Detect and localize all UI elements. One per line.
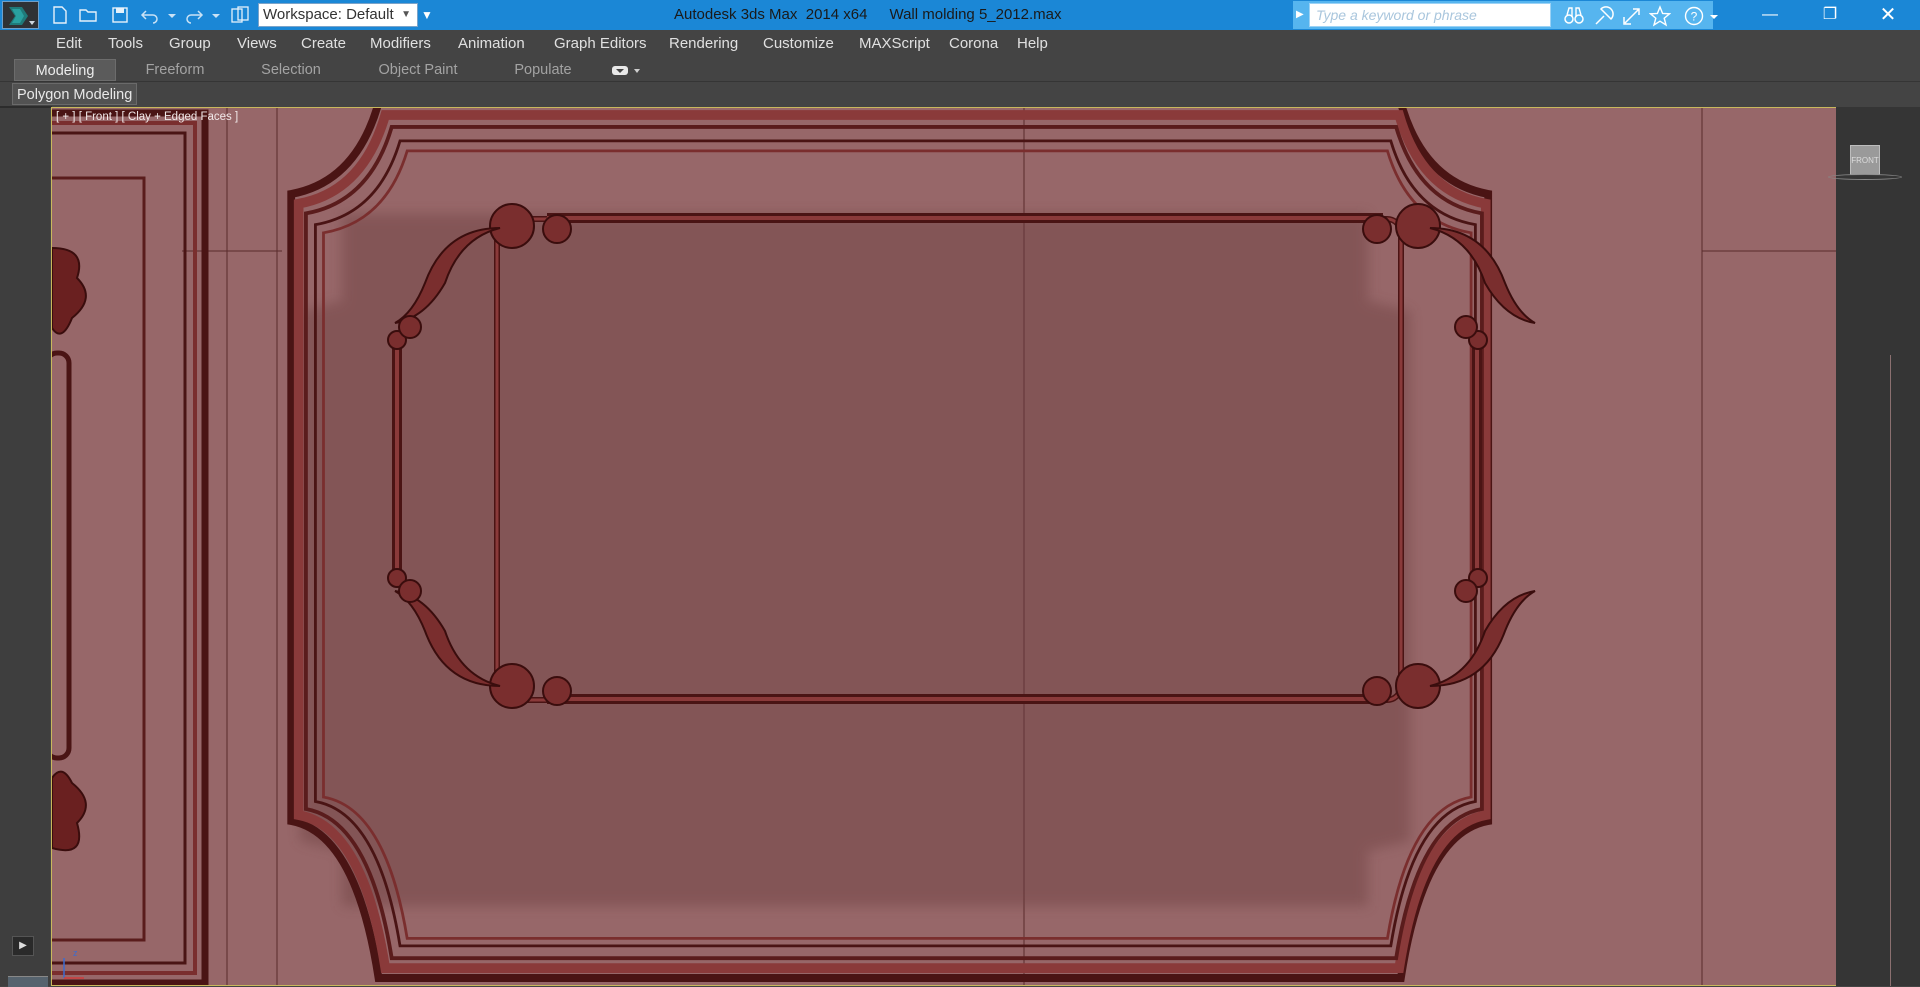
front-viewport[interactable]: [ + ] [ Front ] [ Clay + Edged Faces ] z bbox=[51, 107, 1920, 986]
menu-maxscript[interactable]: MAXScript bbox=[859, 30, 930, 57]
ribbon-tabs: Modeling Freeform Selection Object Paint… bbox=[0, 57, 1920, 82]
viewcube[interactable]: FRONT bbox=[1850, 145, 1880, 175]
menu-edit[interactable]: Edit bbox=[56, 30, 82, 57]
exchange-icon[interactable] bbox=[1621, 5, 1643, 27]
tab-modeling[interactable]: Modeling bbox=[14, 59, 116, 81]
app-menu-button[interactable] bbox=[2, 1, 39, 29]
close-button[interactable]: ✕ bbox=[1858, 0, 1918, 30]
undo-icon[interactable] bbox=[140, 5, 160, 25]
menu-group[interactable]: Group bbox=[169, 30, 211, 57]
new-file-icon[interactable] bbox=[50, 5, 70, 25]
tab-selection[interactable]: Selection bbox=[246, 59, 336, 81]
left-strip bbox=[0, 108, 50, 986]
menu-rendering[interactable]: Rendering bbox=[669, 30, 738, 57]
menu-tools[interactable]: Tools bbox=[108, 30, 143, 57]
svg-text:?: ? bbox=[1691, 10, 1698, 24]
ribbon-panel: Polygon Modeling bbox=[0, 82, 1920, 106]
viewport-edge-line bbox=[1890, 355, 1891, 986]
menu-views[interactable]: Views bbox=[237, 30, 277, 57]
menu-animation[interactable]: Animation bbox=[458, 30, 525, 57]
binoculars-icon[interactable] bbox=[1563, 5, 1585, 27]
favorites-star-icon[interactable] bbox=[1648, 5, 1672, 27]
workspace-value: Workspace: Default bbox=[263, 6, 394, 23]
viewcube-compass-ring[interactable] bbox=[1828, 174, 1902, 180]
app-name: Autodesk 3ds Max 2014 x64 bbox=[674, 6, 868, 23]
tab-object-paint[interactable]: Object Paint bbox=[368, 59, 468, 81]
menu-modifiers[interactable]: Modifiers bbox=[370, 30, 431, 57]
help-icon[interactable]: ? bbox=[1683, 5, 1705, 27]
window-title: Autodesk 3ds Max 2014 x64 Wall molding 5_… bbox=[674, 0, 1084, 30]
communication-center-icon[interactable] bbox=[1593, 5, 1615, 27]
redo-icon[interactable] bbox=[184, 5, 204, 25]
restore-button[interactable]: ❐ bbox=[1800, 0, 1860, 30]
left-molding-panel bbox=[52, 109, 209, 985]
save-icon[interactable] bbox=[110, 5, 130, 25]
tab-populate[interactable]: Populate bbox=[500, 59, 586, 81]
play-icon[interactable]: ▶ bbox=[12, 936, 34, 956]
viewport-scene bbox=[52, 108, 1838, 985]
search-input[interactable] bbox=[1309, 3, 1551, 27]
app-menu-icon bbox=[9, 7, 35, 25]
menu-corona[interactable]: Corona bbox=[949, 30, 998, 57]
file-name: Wall molding 5_2012.max bbox=[889, 6, 1062, 23]
title-bar: Workspace: Default ▼ ▼ Autodesk 3ds Max … bbox=[0, 0, 1920, 30]
menu-customize[interactable]: Customize bbox=[763, 30, 834, 57]
undo-dropdown-icon[interactable] bbox=[162, 5, 176, 25]
viewport-label[interactable]: [ + ] [ Front ] [ Clay + Edged Faces ] bbox=[56, 111, 238, 123]
tab-freeform[interactable]: Freeform bbox=[130, 59, 220, 81]
polygon-modeling-panel[interactable]: Polygon Modeling bbox=[12, 83, 138, 105]
help-dropdown-icon[interactable] bbox=[1703, 5, 1718, 27]
infocenter-toolbar: ▶ ? bbox=[1293, 1, 1718, 29]
redo-dropdown-icon[interactable] bbox=[206, 5, 220, 25]
viewport-layout-tab[interactable] bbox=[8, 976, 48, 987]
menu-help[interactable]: Help bbox=[1017, 30, 1048, 57]
menu-bar: Edit Tools Group Views Create Modifiers … bbox=[0, 30, 1920, 57]
chevron-down-icon: ▼ bbox=[401, 9, 411, 20]
menu-graph-editors[interactable]: Graph Editors bbox=[554, 30, 647, 57]
workspace-select[interactable]: Workspace: Default ▼ bbox=[258, 3, 418, 27]
open-file-icon[interactable] bbox=[78, 5, 98, 25]
right-gutter bbox=[1836, 107, 1920, 986]
customize-quick-access-icon[interactable]: ▼ bbox=[418, 3, 436, 27]
project-folder-icon[interactable] bbox=[230, 5, 250, 25]
minimize-button[interactable]: — bbox=[1740, 0, 1800, 30]
axis-z-label: z bbox=[73, 948, 78, 958]
menu-create[interactable]: Create bbox=[301, 30, 346, 57]
ribbon-options-icon[interactable] bbox=[612, 64, 642, 82]
search-expand-icon[interactable]: ▶ bbox=[1296, 9, 1304, 20]
